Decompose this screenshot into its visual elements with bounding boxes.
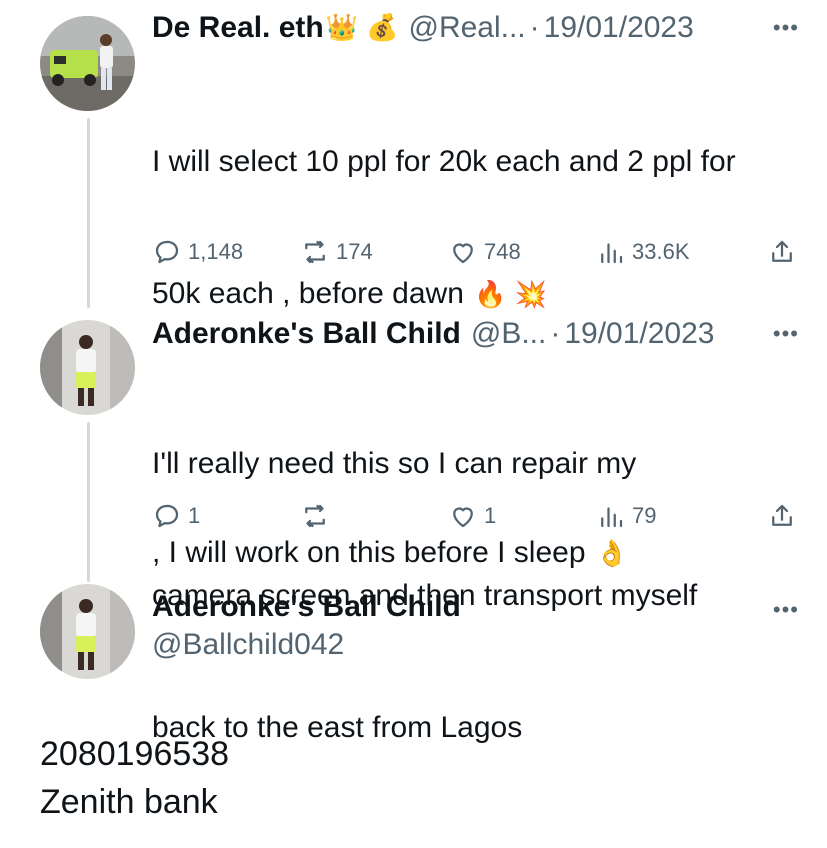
separator-dot: · bbox=[550, 317, 561, 350]
views-button[interactable]: 79 bbox=[596, 501, 656, 531]
thread-line bbox=[87, 118, 90, 308]
more-options-icon[interactable]: ••• bbox=[773, 8, 799, 48]
share-icon bbox=[772, 240, 792, 262]
share-icon bbox=[772, 504, 792, 526]
share-button[interactable] bbox=[767, 237, 797, 267]
tweet-text-line: 50k each , before dawn 🔥 💥 bbox=[152, 272, 799, 317]
retweet-icon bbox=[305, 240, 325, 264]
more-options-icon[interactable]: ••• bbox=[773, 314, 799, 354]
retweet-count: 174 bbox=[336, 239, 373, 264]
tweet-text-line: back to the east from Lagos bbox=[152, 711, 523, 744]
heart-icon bbox=[453, 243, 473, 264]
money-bag-emoji: 💰 bbox=[366, 13, 399, 43]
separator-dot: · bbox=[529, 11, 540, 44]
author-name[interactable]: De Real. eth bbox=[152, 11, 324, 45]
author-name[interactable]: Aderonke's Ball Child bbox=[152, 317, 461, 351]
views-button[interactable]: 33.6K bbox=[596, 237, 690, 267]
thread-line bbox=[87, 422, 90, 582]
tweet-text-segment: 50k each , before dawn bbox=[152, 277, 464, 310]
like-button[interactable]: 748 bbox=[448, 237, 521, 267]
reply-button[interactable]: 1,148 bbox=[152, 237, 243, 267]
reply-icon bbox=[155, 504, 179, 528]
tweet-text-line: I'll really need this so I can repair my bbox=[152, 447, 637, 480]
author-name[interactable]: Aderonke's Ball Child bbox=[152, 590, 799, 624]
reply-icon bbox=[155, 240, 179, 264]
views-count: 33.6K bbox=[632, 239, 690, 264]
avatar-image bbox=[40, 584, 135, 679]
reply-button[interactable]: 1 bbox=[152, 501, 200, 531]
tweet-date[interactable]: 19/01/2023 bbox=[544, 11, 694, 45]
retweet-button[interactable]: 174 bbox=[300, 237, 373, 267]
author-handle[interactable]: @Real... bbox=[408, 11, 525, 45]
tweet-header: De Real. eth 👑 💰 @Real... · 19/01/2023 bbox=[152, 8, 799, 48]
crown-emoji: 👑 bbox=[325, 13, 359, 43]
avatar[interactable] bbox=[40, 320, 135, 415]
reply-count: 1 bbox=[188, 503, 201, 528]
tweet-header: Aderonke's Ball Child @B... · 19/01/2023 bbox=[152, 314, 799, 354]
retweet-button[interactable] bbox=[300, 501, 336, 531]
tweet-text: 2080196538 Zenith bank bbox=[40, 730, 229, 826]
more-options-icon[interactable]: ••• bbox=[773, 590, 799, 630]
share-button[interactable] bbox=[767, 501, 797, 531]
profile-header: Aderonke's Ball Child @Ballchild042 ••• bbox=[152, 590, 799, 662]
like-button[interactable]: 1 bbox=[448, 501, 496, 531]
views-icon bbox=[601, 507, 623, 528]
tweet-text-line: I will select 10 ppl for 20k each and 2 … bbox=[152, 145, 736, 178]
avatar-image bbox=[40, 16, 135, 111]
views-icon bbox=[601, 243, 623, 264]
like-count: 1 bbox=[484, 503, 497, 528]
tweet-actions: 1,148 174 748 33.6K bbox=[152, 232, 799, 272]
reply-count: 1,148 bbox=[188, 239, 244, 264]
tweet-date[interactable]: 19/01/2023 bbox=[564, 317, 714, 351]
fire-collision-emoji: 🔥 💥 bbox=[474, 280, 548, 310]
like-count: 748 bbox=[484, 239, 521, 264]
author-handle[interactable]: @Ballchild042 bbox=[152, 628, 799, 662]
avatar-image bbox=[40, 320, 135, 415]
tweet-actions: 1 1 79 bbox=[152, 496, 799, 536]
avatar[interactable] bbox=[40, 16, 135, 111]
views-count: 79 bbox=[632, 503, 657, 528]
bank-name: Zenith bank bbox=[40, 783, 218, 821]
tweet: Aderonke's Ball Child @B... · 19/01/2023… bbox=[152, 314, 799, 838]
retweet-icon bbox=[305, 504, 325, 528]
author-handle[interactable]: @B... bbox=[471, 317, 546, 351]
tweet-thread: De Real. eth 👑 💰 @Real... · 19/01/2023 •… bbox=[0, 0, 827, 848]
heart-icon bbox=[453, 507, 473, 528]
account-number: 2080196538 bbox=[40, 735, 230, 773]
avatar[interactable] bbox=[40, 584, 135, 679]
